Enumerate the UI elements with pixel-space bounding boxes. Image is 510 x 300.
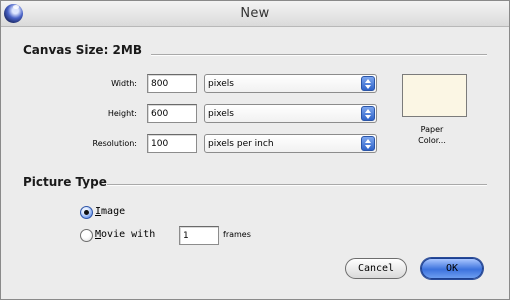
image-label-rest: mage xyxy=(101,206,126,217)
width-unit-select[interactable]: pixels xyxy=(204,74,377,93)
frames-input[interactable]: 1 xyxy=(179,226,219,245)
height-input[interactable]: 600 xyxy=(147,104,197,123)
image-radio-label[interactable]: Image xyxy=(95,206,125,217)
movie-radio[interactable] xyxy=(80,229,93,242)
height-unit-value: pixels xyxy=(208,109,234,119)
cancel-button[interactable]: Cancel xyxy=(345,258,407,279)
height-label: Height: xyxy=(107,109,137,118)
resolution-input[interactable]: 100 xyxy=(147,134,197,153)
paper-color-label-line1: Paper xyxy=(420,125,444,134)
width-input[interactable]: 800 xyxy=(147,74,197,93)
canvas-size-divider xyxy=(151,54,487,56)
movie-label-rest: ovie with xyxy=(101,229,156,240)
picture-type-divider xyxy=(107,184,487,186)
width-unit-value: pixels xyxy=(208,79,234,89)
ok-button[interactable]: OK xyxy=(421,258,483,279)
resolution-label: Resolution: xyxy=(92,139,138,148)
paper-color-swatch[interactable] xyxy=(402,74,467,117)
resolution-unit-value: pixels per inch xyxy=(208,139,274,149)
resolution-unit-select[interactable]: pixels per inch xyxy=(204,134,377,153)
select-arrows-icon xyxy=(361,76,375,91)
select-arrows-icon xyxy=(361,106,375,121)
frames-label: frames xyxy=(223,230,251,239)
picture-type-heading: Picture Type xyxy=(23,175,107,189)
paper-color-label-line2: Color... xyxy=(418,136,446,145)
image-radio[interactable] xyxy=(80,206,93,219)
width-label: Width: xyxy=(111,79,137,88)
canvas-size-heading: Canvas Size: 2MB xyxy=(23,43,142,57)
paper-color-label: Paper Color... xyxy=(402,124,462,146)
select-arrows-icon xyxy=(361,136,375,151)
height-unit-select[interactable]: pixels xyxy=(204,104,377,123)
title-bar[interactable]: New xyxy=(1,1,509,27)
radio-selected-dot xyxy=(84,210,89,215)
movie-radio-label[interactable]: Movie with xyxy=(95,229,155,240)
new-dialog: New Canvas Size: 2MB Width: 800 pixels H… xyxy=(0,0,510,300)
window-title: New xyxy=(240,6,270,21)
